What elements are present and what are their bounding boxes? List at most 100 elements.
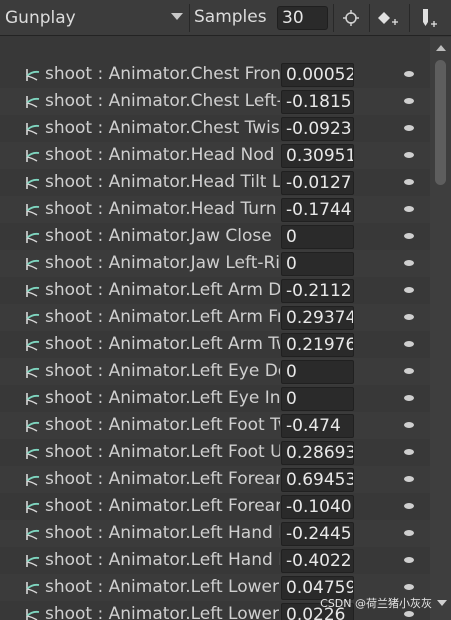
keyframe-target-icon bbox=[343, 10, 359, 26]
keyframe-dot-icon[interactable] bbox=[404, 449, 414, 455]
property-name: shoot : Animator.Left Arm Twist In-Out bbox=[45, 334, 280, 354]
keyframe-dot-icon[interactable] bbox=[404, 287, 414, 293]
property-value-field[interactable]: -0.0923 bbox=[281, 117, 354, 141]
add-keyframe-button[interactable] bbox=[371, 4, 407, 32]
keyframe-dot-icon[interactable] bbox=[404, 233, 414, 239]
property-row[interactable]: shoot : Animator.Head Nod Down-Up0.30951 bbox=[0, 142, 430, 169]
property-name: shoot : Animator.Head Turn Left-Right bbox=[45, 199, 280, 219]
property-value-field[interactable]: 0.69453 bbox=[281, 468, 354, 492]
add-event-button[interactable] bbox=[411, 4, 447, 32]
curve-property-icon bbox=[26, 609, 40, 620]
property-row[interactable]: shoot : Animator.Left Forearm Stretch0.6… bbox=[0, 466, 430, 493]
keyframe-dot-icon[interactable] bbox=[404, 152, 414, 158]
keyframe-dot-icon[interactable] bbox=[404, 395, 414, 401]
keyframe-dot-icon[interactable] bbox=[404, 422, 414, 428]
property-value-field[interactable]: 0 bbox=[281, 252, 354, 276]
curve-property-icon bbox=[26, 69, 40, 81]
keyframe-dot-icon[interactable] bbox=[404, 557, 414, 563]
property-row[interactable]: shoot : Animator.Jaw Left-Right0 bbox=[0, 250, 430, 277]
property-value-field[interactable]: 0 bbox=[281, 387, 354, 411]
toolbar-separator bbox=[189, 4, 190, 32]
keyframe-dot-icon[interactable] bbox=[404, 260, 414, 266]
curve-property-icon bbox=[26, 420, 40, 432]
property-row[interactable]: shoot : Animator.Jaw Close 0 bbox=[0, 223, 430, 250]
property-row[interactable]: shoot : Animator.Left Arm Twist In-Out0.… bbox=[0, 331, 430, 358]
property-row[interactable]: shoot : Animator.Left Forearm Twist In-O… bbox=[0, 493, 430, 520]
keyframe-dot-icon[interactable] bbox=[404, 179, 414, 185]
property-row[interactable]: shoot : Animator.Left Eye Down-Up0 bbox=[0, 358, 430, 385]
curve-property-icon bbox=[26, 393, 40, 405]
property-name: shoot : Animator.Chest Front-Back bbox=[45, 64, 280, 84]
property-value-field[interactable]: -0.474 bbox=[281, 414, 354, 438]
samples-label: Samples bbox=[194, 7, 267, 27]
property-value-field[interactable]: 0.29374 bbox=[281, 306, 354, 330]
curve-property-icon bbox=[26, 555, 40, 567]
property-value-field[interactable]: -0.1040 bbox=[281, 495, 354, 519]
property-row[interactable]: shoot : Animator.Left Arm Front-Back0.29… bbox=[0, 304, 430, 331]
property-row[interactable]: shoot : Animator.Left Hand Down-Up-0.244… bbox=[0, 520, 430, 547]
keyframe-dot-icon[interactable] bbox=[404, 476, 414, 482]
clip-name: Gunplay bbox=[5, 8, 76, 28]
keyframe-dot-icon[interactable] bbox=[404, 125, 414, 131]
vertical-scrollbar[interactable] bbox=[430, 37, 451, 620]
property-name: shoot : Animator.Left Lower Leg Twist In… bbox=[45, 604, 280, 620]
property-value-field[interactable]: -0.4022 bbox=[281, 549, 354, 573]
property-name: shoot : Animator.Left Lower Leg Stretch bbox=[45, 577, 280, 597]
property-value-field[interactable]: -0.1815 bbox=[281, 90, 354, 114]
keyframe-dot-icon[interactable] bbox=[404, 368, 414, 374]
property-row[interactable]: shoot : Animator.Left Foot Up-Down0.2869… bbox=[0, 439, 430, 466]
keyframe-dot-icon[interactable] bbox=[404, 530, 414, 536]
curve-property-icon bbox=[26, 204, 40, 216]
keyframe-dot-icon[interactable] bbox=[404, 341, 414, 347]
caret-down-icon bbox=[437, 600, 447, 606]
property-value-field[interactable]: 0.30951 bbox=[281, 144, 354, 168]
property-row[interactable]: shoot : Animator.Left Foot Twist In-Out-… bbox=[0, 412, 430, 439]
scroll-up-arrow-icon[interactable] bbox=[436, 45, 446, 51]
curve-property-icon bbox=[26, 285, 40, 297]
keyframe-dot-icon[interactable] bbox=[404, 206, 414, 212]
property-name: shoot : Animator.Left Foot Up-Down bbox=[45, 442, 280, 462]
property-value-field[interactable]: -0.2112 bbox=[281, 279, 354, 303]
property-value-field[interactable]: 0.00052 bbox=[281, 63, 354, 87]
clip-dropdown[interactable]: Gunplay bbox=[0, 5, 189, 31]
add-event-icon bbox=[423, 9, 437, 27]
property-name: shoot : Animator.Left Arm Down-Up bbox=[45, 280, 280, 300]
keyframe-dot-icon[interactable] bbox=[404, 314, 414, 320]
property-value-field[interactable]: -0.1744 bbox=[281, 198, 354, 222]
property-row[interactable]: shoot : Animator.Left Arm Down-Up-0.2112 bbox=[0, 277, 430, 304]
property-row[interactable]: shoot : Animator.Chest Left-Right-0.1815 bbox=[0, 88, 430, 115]
keyframe-dot-icon[interactable] bbox=[404, 71, 414, 77]
keyframe-target-button[interactable] bbox=[333, 4, 369, 32]
dropdown-arrow-icon bbox=[171, 13, 183, 20]
property-row[interactable]: shoot : Animator.Left Eye In-Out0 bbox=[0, 385, 430, 412]
property-name: shoot : Animator.Head Tilt Left-Right bbox=[45, 172, 280, 192]
property-value-field[interactable]: 0.21976 bbox=[281, 333, 354, 357]
property-row[interactable]: shoot : Animator.Head Tilt Left-Right-0.… bbox=[0, 169, 430, 196]
property-value-field[interactable]: 0 bbox=[281, 225, 354, 249]
curve-property-icon bbox=[26, 150, 40, 162]
curve-property-icon bbox=[26, 123, 40, 135]
samples-input[interactable]: 30 bbox=[277, 6, 328, 30]
curve-property-icon bbox=[26, 231, 40, 243]
property-value-field[interactable]: -0.2445 bbox=[281, 522, 354, 546]
property-name: shoot : Animator.Left Arm Front-Back bbox=[45, 307, 280, 327]
curve-property-icon bbox=[26, 339, 40, 351]
property-row[interactable]: shoot : Animator.Chest Front-Back0.00052 bbox=[0, 61, 430, 88]
curve-property-icon bbox=[26, 258, 40, 270]
property-value-field[interactable]: 0 bbox=[281, 360, 354, 384]
property-row[interactable]: shoot : Animator.Left Hand In-Out-0.4022 bbox=[0, 547, 430, 574]
keyframe-dot-icon[interactable] bbox=[404, 584, 414, 590]
scrollbar-thumb[interactable] bbox=[435, 60, 446, 185]
keyframe-dot-icon[interactable] bbox=[404, 503, 414, 509]
property-value-field[interactable]: -0.0127 bbox=[281, 171, 354, 195]
property-row[interactable]: shoot : Animator.Head Turn Left-Right-0.… bbox=[0, 196, 430, 223]
curve-property-icon bbox=[26, 447, 40, 459]
watermark: CSDN @荷兰猪小灰灰 bbox=[320, 595, 447, 611]
keyframe-dot-icon[interactable] bbox=[404, 98, 414, 104]
property-name: shoot : Animator.Chest Twist Left-Right bbox=[45, 118, 280, 138]
keyframe-dot-icon[interactable] bbox=[404, 611, 414, 617]
property-row[interactable]: shoot : Animator.Chest Twist Left-Right-… bbox=[0, 115, 430, 142]
curve-property-icon bbox=[26, 312, 40, 324]
curve-property-icon bbox=[26, 96, 40, 108]
property-value-field[interactable]: 0.28693 bbox=[281, 441, 354, 465]
